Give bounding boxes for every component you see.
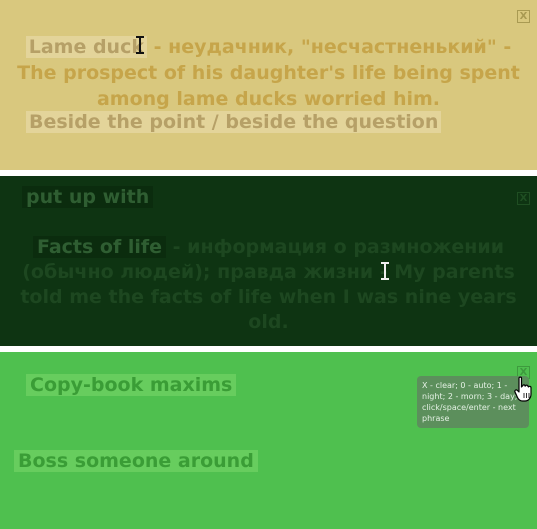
phrase-panel-1[interactable]: X Lame duck - неудачник, "несчастненький… bbox=[0, 0, 537, 170]
close-icon[interactable]: X bbox=[517, 10, 530, 23]
phrase-term: Boss someone around bbox=[14, 450, 258, 472]
phrase-term: Copy-book maxims bbox=[26, 374, 237, 396]
phrase-translation: - неудачник, "несчастненький" - bbox=[146, 36, 512, 58]
text-cursor-icon bbox=[135, 36, 145, 54]
phrase-line: Boss someone around bbox=[14, 450, 258, 472]
phrase-term: put up with bbox=[22, 186, 154, 208]
phrase-line: Facts of life - информация о размножении bbox=[0, 236, 537, 258]
phrase-panel-2[interactable]: X put up with Facts of life - информация… bbox=[0, 176, 537, 346]
hand-pointer-icon bbox=[514, 376, 532, 402]
phrase-example: The prospect of his daughter's life bein… bbox=[17, 62, 520, 84]
phrase-example: among lame ducks worried him. bbox=[96, 88, 440, 110]
phrase-example: (обычно людей); правда жизни - My parent… bbox=[22, 261, 515, 283]
close-icon[interactable]: X bbox=[517, 192, 530, 205]
phrase-term: Facts of life bbox=[32, 236, 167, 258]
phrase-line: Beside the point / beside the question bbox=[26, 111, 442, 133]
phrase-example: old. bbox=[248, 311, 289, 333]
phrase-term: Lame duck bbox=[25, 36, 147, 58]
phrase-line: put up with bbox=[22, 186, 154, 208]
phrase-translation: - информация о размножении bbox=[166, 236, 505, 258]
phrase-line: Lame duck - неудачник, "несчастненький" … bbox=[0, 36, 537, 58]
text-cursor-icon bbox=[380, 262, 390, 280]
phrase-example: told me the facts of life when I was nin… bbox=[20, 286, 517, 308]
phrase-line: Copy-book maxims bbox=[26, 374, 237, 396]
phrase-term: Beside the point / beside the question bbox=[26, 111, 442, 133]
